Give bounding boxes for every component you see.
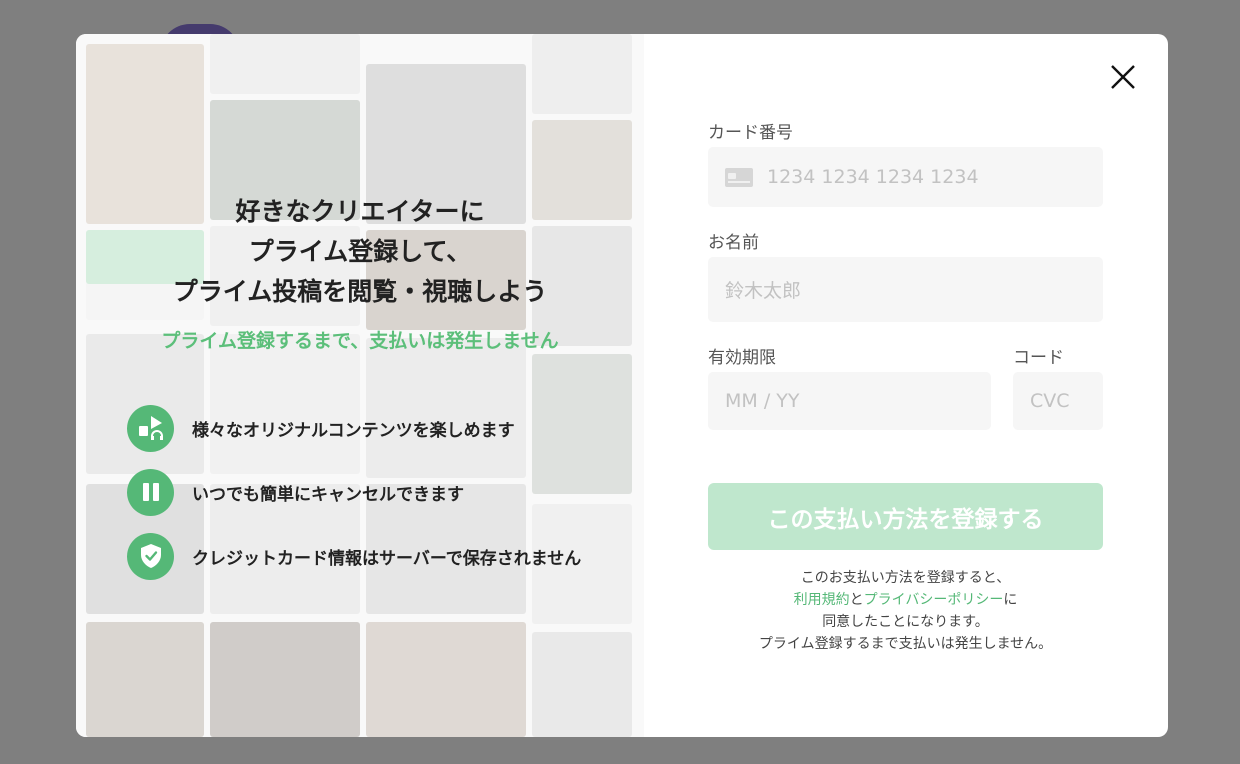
register-payment-button[interactable]: この支払い方法を登録する (708, 483, 1103, 550)
payment-modal: 好きなクリエイターに プライム登録して、 プライム投稿を閲覧・視聴しよう プライ… (76, 34, 1168, 737)
feature-item-content: 様々なオリジナルコンテンツを楽しめます (127, 404, 515, 452)
note-line-1: このお支払い方法を登録すると、 (800, 570, 1011, 586)
note-line-4: プライム登録するまで支払いは発生しません。 (758, 636, 1053, 652)
promo-headline: 好きなクリエイターに プライム登録して、 プライム投稿を閲覧・視聴しよう (76, 192, 644, 312)
headline-line-3: プライム投稿を閲覧・視聴しよう (172, 277, 548, 306)
note-line-3: 同意したことになります。 (822, 614, 989, 630)
card-number-placeholder: 1234 1234 1234 1234 (767, 166, 979, 188)
expiry-field[interactable]: MM / YY (708, 372, 991, 430)
cvc-field[interactable]: CVC (1013, 372, 1103, 430)
note-line-2: 利用規約とプライバシーポリシーに (708, 589, 1103, 611)
mosaic-whiteout-overlay (76, 34, 644, 737)
privacy-policy-link[interactable]: プライバシーポリシー (864, 592, 1004, 608)
code-label: コード (1013, 348, 1064, 368)
card-number-field[interactable]: 1234 1234 1234 1234 (708, 147, 1103, 207)
card-number-label: カード番号 (708, 123, 793, 143)
headline-line-2: プライム登録して、 (248, 237, 472, 266)
and-text: と (849, 592, 864, 608)
consent-notes: このお支払い方法を登録すると、 利用規約とプライバシーポリシーに 同意したことに… (708, 567, 1103, 655)
media-icon (127, 404, 174, 452)
name-label: お名前 (708, 233, 759, 253)
feature-item-cancel: いつでも簡単にキャンセルできます (127, 468, 464, 516)
feature-item-security: クレジットカード情報はサーバーで保存されません (127, 532, 581, 580)
expiry-placeholder: MM / YY (725, 390, 800, 412)
expiry-label: 有効期限 (708, 348, 776, 368)
name-field[interactable]: 鈴木太郎 (708, 257, 1103, 322)
promo-panel: 好きなクリエイターに プライム登録して、 プライム投稿を閲覧・視聴しよう プライ… (76, 34, 644, 737)
feature-text-cancel: いつでも簡単にキャンセルできます (192, 484, 464, 505)
headline-line-1: 好きなクリエイターに (235, 197, 485, 226)
close-icon[interactable] (1108, 62, 1138, 92)
promo-subline: プライム登録するまで、支払いは発生しません (161, 330, 559, 352)
cvc-placeholder: CVC (1030, 390, 1070, 412)
name-placeholder: 鈴木太郎 (725, 280, 802, 302)
ni-text: に (1003, 592, 1018, 608)
shield-icon (127, 532, 174, 580)
feature-text-security: クレジットカード情報はサーバーで保存されません (192, 548, 582, 569)
credit-card-icon (725, 167, 753, 187)
feature-text-content: 様々なオリジナルコンテンツを楽しめます (192, 420, 515, 441)
pause-icon (127, 468, 174, 516)
terms-link[interactable]: 利用規約 (794, 592, 850, 608)
